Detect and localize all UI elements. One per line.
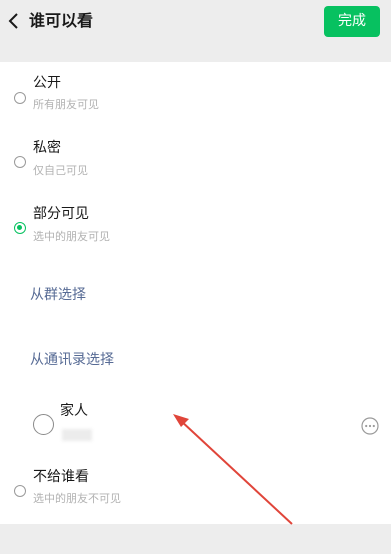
tag-group-name: 家人 — [60, 403, 88, 419]
option-public-sub: 所有朋友可见 — [33, 98, 99, 111]
option-public-label: 公开 — [33, 75, 61, 91]
more-icon[interactable] — [361, 417, 379, 435]
back-icon[interactable] — [6, 11, 22, 31]
option-exclude-sub: 选中的朋友不可见 — [33, 492, 121, 505]
option-private-label: 私密 — [33, 140, 61, 156]
option-partial-sub: 选中的朋友可见 — [33, 230, 110, 243]
option-exclude[interactable]: 不给谁看 选中的朋友不可见 — [0, 464, 391, 514]
page-title: 谁可以看 — [29, 11, 94, 30]
radio-exclude[interactable] — [14, 485, 26, 497]
option-partial-label: 部分可见 — [33, 206, 89, 222]
visibility-options-list: 公开 所有朋友可见 私密 仅自己可见 部分可见 选中的朋友可见 从群选择 从通讯… — [0, 62, 391, 524]
select-from-group-link[interactable]: 从群选择 — [30, 286, 86, 304]
option-private-sub: 仅自己可见 — [33, 164, 88, 177]
radio-partial[interactable] — [14, 222, 26, 234]
tag-group-members-blurred — [62, 429, 92, 441]
nav-bar: 谁可以看 完成 — [0, 0, 391, 62]
tag-group-radio[interactable] — [33, 414, 54, 435]
option-exclude-label: 不给谁看 — [33, 469, 89, 485]
option-partial[interactable]: 部分可见 选中的朋友可见 — [0, 202, 391, 252]
option-private[interactable]: 私密 仅自己可见 — [0, 136, 391, 186]
radio-public[interactable] — [14, 92, 26, 104]
option-public[interactable]: 公开 所有朋友可见 — [0, 70, 391, 120]
radio-private[interactable] — [14, 156, 26, 168]
select-from-contacts-link[interactable]: 从通讯录选择 — [30, 351, 114, 369]
done-button[interactable]: 完成 — [324, 6, 380, 37]
